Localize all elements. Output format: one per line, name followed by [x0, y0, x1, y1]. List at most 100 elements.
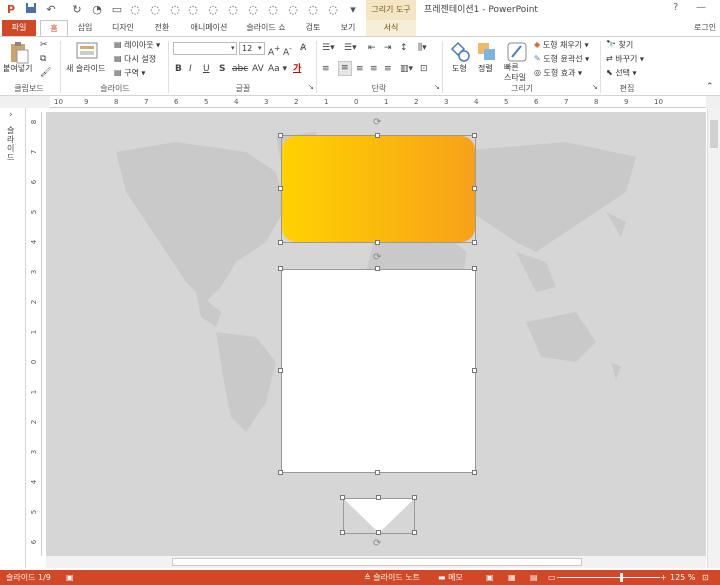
qat-icon-5[interactable]: ◌ — [168, 2, 182, 18]
paragraph-dialog-launcher-icon[interactable]: ↘ — [434, 81, 440, 94]
bold-icon[interactable]: B — [175, 63, 182, 76]
reset-button[interactable]: ▤ 다시 설정 — [114, 53, 156, 66]
slide-sorter-icon[interactable]: ▦ — [508, 570, 516, 585]
rotate-handle-icon[interactable]: ⟳ — [373, 117, 381, 128]
decrease-indent-icon[interactable]: ⇤ — [368, 42, 376, 55]
font-size-dropdown-icon[interactable]: ▾ — [258, 42, 262, 55]
reading-view-icon[interactable]: ▤ — [530, 570, 538, 585]
shape-outline-button[interactable]: ✎ 도형 윤곽선 ▾ — [534, 53, 589, 66]
qat-icon-9[interactable]: ◌ — [246, 2, 260, 18]
resize-handle[interactable] — [412, 530, 417, 535]
spelling-icon[interactable]: ▣ — [66, 570, 74, 585]
zoom-slider-knob[interactable] — [620, 573, 623, 582]
shapes-icon[interactable] — [450, 41, 472, 63]
font-dialog-launcher-icon[interactable]: ↘ — [308, 81, 314, 94]
font-name-dropdown-icon[interactable]: ▾ — [231, 42, 235, 55]
tab-format[interactable]: 서식 — [366, 20, 416, 36]
tab-transitions[interactable]: 전환 — [148, 20, 176, 36]
fit-to-window-icon[interactable]: ⊡ — [702, 570, 709, 585]
help-icon[interactable]: ? — [673, 2, 678, 13]
vertical-scroll-thumb[interactable] — [710, 120, 718, 148]
shadow-icon[interactable]: S — [219, 63, 225, 76]
rotate-handle-icon[interactable]: ⟳ — [373, 252, 381, 263]
resize-handle[interactable] — [376, 530, 381, 535]
align-right-icon[interactable]: ≡ — [356, 63, 364, 76]
horizontal-scroll-thumb[interactable] — [172, 558, 582, 566]
strikethrough-icon[interactable]: abc — [232, 63, 248, 76]
resize-handle[interactable] — [278, 186, 283, 191]
italic-icon[interactable]: I — [189, 63, 192, 76]
tab-animations[interactable]: 애니메이션 — [184, 20, 234, 36]
resize-handle[interactable] — [278, 266, 283, 271]
text-direction-icon[interactable]: ⫼▾ — [418, 42, 427, 55]
tab-slideshow[interactable]: 슬라이드 쇼 — [242, 20, 290, 36]
undo-icon[interactable]: ↶ — [44, 2, 58, 18]
resize-handle[interactable] — [472, 368, 477, 373]
tab-insert[interactable]: 삽입 — [72, 20, 98, 36]
resize-handle[interactable] — [278, 240, 283, 245]
qat-icon-3[interactable]: ◌ — [128, 2, 142, 18]
tab-home[interactable]: 홈 — [40, 20, 68, 36]
decrease-font-icon[interactable]: A- — [283, 42, 292, 60]
resize-handle[interactable] — [340, 495, 345, 500]
slides-pane-collapsed[interactable]: › 슬라이드 — [0, 108, 26, 568]
resize-handle[interactable] — [375, 470, 380, 475]
resize-handle[interactable] — [472, 240, 477, 245]
resize-handle[interactable] — [472, 133, 477, 138]
arrange-icon[interactable] — [476, 41, 498, 63]
shapes-button[interactable]: 도형 — [452, 63, 467, 75]
resize-handle[interactable] — [376, 495, 381, 500]
shape-fill-button[interactable]: ◆ 도형 채우기 ▾ — [534, 39, 589, 52]
resize-handle[interactable] — [412, 495, 417, 500]
login-link[interactable]: 로그인 — [694, 20, 716, 36]
cut-icon[interactable]: ✂ — [40, 39, 48, 52]
tab-view[interactable]: 보기 — [334, 20, 362, 36]
qat-icon-11[interactable]: ◌ — [286, 2, 300, 18]
customize-qat-icon[interactable]: ▾ — [346, 2, 360, 18]
resize-handle[interactable] — [278, 133, 283, 138]
resize-handle[interactable] — [472, 186, 477, 191]
qat-icon-1[interactable]: ◔ — [90, 2, 104, 18]
shape-effects-button[interactable]: ◎ 도형 효과 ▾ — [534, 67, 582, 80]
tab-review[interactable]: 검토 — [298, 20, 328, 36]
qat-icon-13[interactable]: ◌ — [326, 2, 340, 18]
resize-handle[interactable] — [472, 266, 477, 271]
vertical-scrollbar[interactable] — [707, 108, 720, 568]
collapse-ribbon-icon[interactable]: ⌃ — [706, 81, 714, 94]
quick-styles-icon[interactable] — [506, 41, 528, 63]
normal-view-icon[interactable]: ▣ — [486, 570, 494, 585]
align-text-icon[interactable]: ⊡ — [420, 63, 428, 76]
numbering-icon[interactable]: ☰▾ — [344, 42, 357, 55]
tab-file[interactable]: 파일 — [2, 20, 36, 36]
char-spacing-icon[interactable]: AV — [252, 63, 264, 76]
columns-icon[interactable]: ▥▾ — [400, 63, 413, 76]
select-button[interactable]: ⬉ 선택 ▾ — [606, 67, 637, 80]
qat-icon-12[interactable]: ◌ — [306, 2, 320, 18]
qat-icon-8[interactable]: ◌ — [226, 2, 240, 18]
white-triangle[interactable] — [344, 499, 414, 533]
align-center-icon[interactable]: ≡ — [338, 61, 352, 76]
font-name-input[interactable] — [173, 42, 237, 55]
drawing-dialog-launcher-icon[interactable]: ↘ — [592, 81, 598, 94]
format-painter-icon[interactable]: 🖌 — [40, 67, 51, 80]
change-case-button[interactable]: Aa ▾ — [268, 63, 287, 76]
new-slide-icon[interactable] — [76, 41, 98, 63]
tab-design[interactable]: 디자인 — [106, 20, 140, 36]
replace-button[interactable]: ⇄ 바꾸기 ▾ — [606, 53, 644, 66]
line-spacing-icon[interactable]: ↕ — [400, 42, 408, 55]
underline-icon[interactable]: U — [203, 63, 210, 76]
paste-button[interactable]: 붙여넣기 — [3, 63, 32, 75]
new-slide-button[interactable]: 새 슬라이드 — [66, 63, 105, 75]
resize-handle[interactable] — [375, 133, 380, 138]
copy-icon[interactable]: ⧉ — [40, 53, 46, 66]
increase-indent-icon[interactable]: ⇥ — [384, 42, 392, 55]
resize-handle[interactable] — [472, 470, 477, 475]
bullets-icon[interactable]: ☰▾ — [322, 42, 335, 55]
qat-icon-2[interactable]: ▭ — [110, 2, 124, 18]
align-left-icon[interactable]: ≡ — [322, 63, 330, 76]
resize-handle[interactable] — [340, 530, 345, 535]
qat-icon-10[interactable]: ◌ — [266, 2, 280, 18]
qat-icon-4[interactable]: ◌ — [148, 2, 162, 18]
notes-button[interactable]: ≙ 슬라이드 노트 — [364, 570, 420, 585]
rotate-handle-icon[interactable]: ⟳ — [373, 538, 381, 549]
